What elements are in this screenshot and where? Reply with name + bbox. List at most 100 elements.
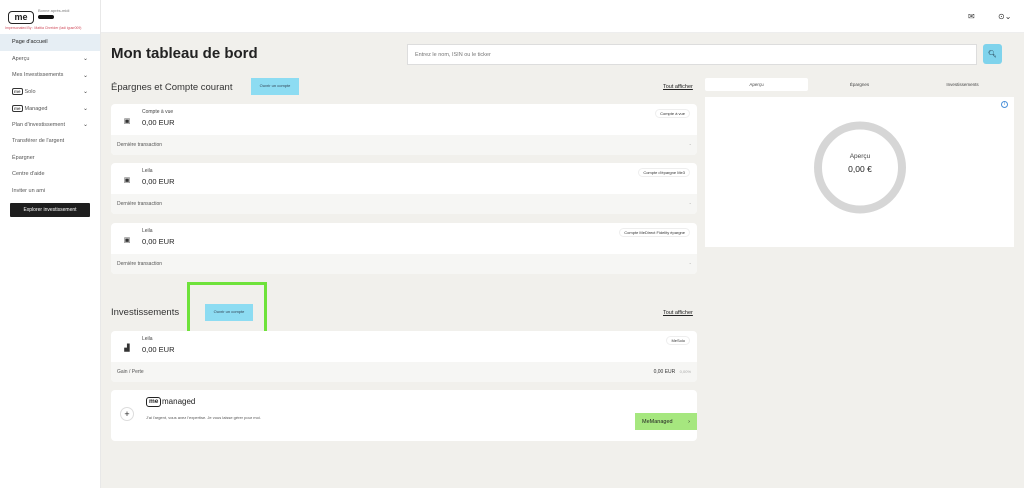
savings-account-card[interactable]: ▣ Compte à vue 0,00 EUR Compte à vue Der…	[111, 104, 697, 155]
brand-logo[interactable]: me	[8, 11, 34, 24]
sidebar-item-9[interactable]: Inviter un ami	[0, 183, 100, 200]
chevron-down-icon: ⌄	[82, 72, 88, 79]
sidebar-item-label: Plan d'investissement	[12, 122, 65, 128]
sidebar-item-text: Centre d'aide	[12, 171, 45, 178]
sidebar-item-text: Transférer de l'argent	[12, 138, 65, 145]
sidebar-item-text: Inviter un ami	[12, 187, 46, 194]
sidebar-nav: Page d'accueil Aperçu ⌄ Mes Investissements…	[0, 34, 100, 199]
managed-title: managed	[162, 397, 196, 406]
donut-label: Aperçu	[849, 153, 871, 160]
sidebar-item-label: me Solo	[12, 88, 36, 96]
sidebar-item-label: Mes Investissements	[12, 72, 63, 78]
sidebar-item-label: Transférer de l'argent	[12, 138, 64, 144]
sidebar-item-7[interactable]: Épargner	[0, 150, 100, 167]
memanaged-button-label: MeManaged	[642, 418, 673, 425]
sidebar-item-text: Épargner	[12, 154, 35, 161]
sidebar-item-text: Managed	[24, 105, 48, 112]
sidebar-item-label: Épargner	[12, 155, 35, 161]
sidebar-item-label: Page d'accueil	[12, 39, 48, 45]
investment-account-card[interactable]: ▟ Leila 0,00 EUR MeSolo Gain / Perte 0,0…	[111, 331, 697, 382]
sidebar-item-1[interactable]: Aperçu ⌄	[0, 51, 100, 68]
donut-value: 0,00 €	[848, 164, 872, 174]
chevron-down-icon: ⌄	[82, 122, 88, 129]
account-type-badge: MeSolo	[666, 336, 690, 345]
sidebar-item-3[interactable]: me Solo ⌄	[0, 84, 100, 101]
brand-area: me Bonne après-midi Impersonated By : Ma…	[0, 0, 100, 34]
sidebar-item-label: Inviter un ami	[12, 188, 45, 194]
savings-account-card[interactable]: ▣ Leila 0,00 EUR Compte MeDirect Fidelit…	[111, 223, 697, 274]
open-savings-account-button[interactable]: Ouvrir un compte	[251, 78, 299, 95]
chevron-down-icon: ⌄	[82, 56, 88, 63]
tab-epargnes[interactable]: Épargnes	[808, 78, 911, 91]
account-name: Leila	[142, 168, 153, 174]
main-content: Mon tableau de bord 🔍︎ Épargnes et Compt…	[101, 33, 1024, 488]
redacted-username	[38, 15, 54, 19]
sidebar-item-text: Solo	[24, 89, 36, 96]
overview-donut: Aperçu 0,00 €	[805, 120, 915, 215]
sidebar-item-label: Aperçu	[12, 56, 29, 62]
search-button[interactable]: 🔍︎	[983, 44, 1002, 64]
plus-icon[interactable]: +	[120, 407, 134, 421]
mail-icon[interactable]: ✉	[968, 12, 975, 21]
sidebar-item-label: me Managed	[12, 104, 48, 112]
account-type-badge: Compte d'épargne Me3	[638, 168, 690, 177]
gain-loss-value: 0,00 EUR	[653, 369, 676, 375]
overview-tabs: Aperçu Épargnes Investissements	[705, 78, 1014, 91]
last-transaction-label: Dernière transaction	[117, 201, 163, 207]
sidebar-item-label: Centre d'aide	[12, 171, 45, 177]
gain-loss-percent: 0,00%	[679, 369, 691, 374]
greeting-text: Bonne après-midi	[38, 8, 70, 13]
sidebar-item-6[interactable]: Transférer de l'argent	[0, 133, 100, 150]
investments-see-all-link[interactable]: Tout afficher	[663, 310, 693, 316]
sidebar-item-text: Page d'accueil	[12, 39, 48, 46]
investments-section-title: Investissements	[111, 307, 180, 318]
sidebar-item-text: Mes Investissements	[12, 72, 64, 79]
memanaged-button[interactable]: MeManaged ›	[635, 413, 697, 430]
bar-chart-icon: ▟	[124, 345, 130, 352]
account-amount: 0,00 EUR	[142, 177, 175, 186]
top-bar: ✉ ⊙⌄	[101, 0, 1024, 33]
savings-account-card[interactable]: ▣ Leila 0,00 EUR Compte d'épargne Me3 De…	[111, 163, 697, 214]
page-title: Mon tableau de bord	[111, 45, 258, 62]
chevron-down-icon: ⌄	[82, 105, 88, 112]
overview-chart-panel: i Aperçu 0,00 €	[705, 97, 1014, 247]
last-transaction-label: Dernière transaction	[117, 142, 163, 148]
user-icon[interactable]: ⊙⌄	[998, 12, 1011, 21]
wallet-icon: ▣	[123, 177, 131, 184]
account-amount: 0,00 EUR	[142, 118, 175, 127]
sidebar: me Bonne après-midi Impersonated By : Ma…	[0, 0, 101, 488]
sidebar-item-0[interactable]: Page d'accueil	[0, 34, 100, 51]
sidebar-item-4[interactable]: me Managed ⌄	[0, 100, 100, 117]
chevron-down-icon: ⌄	[82, 89, 88, 96]
account-name: Leila	[142, 228, 153, 234]
managed-logo: me	[146, 397, 162, 407]
managed-description: J'ai l'argent, vous avez l'expertise. Je…	[146, 415, 261, 420]
explore-investment-button[interactable]: Explorer investissement	[10, 203, 90, 217]
impersonation-notice: Impersonated By : Mattia Chreider (ladi …	[5, 26, 82, 30]
me-logo-icon: me	[12, 104, 23, 112]
me-logo-icon: me	[12, 88, 23, 96]
savings-section-title: Épargnes et Compte courant	[111, 82, 233, 93]
memanaged-promo-card: + me managed J'ai l'argent, vous avez l'…	[111, 390, 697, 441]
sidebar-item-8[interactable]: Centre d'aide	[0, 166, 100, 183]
sidebar-item-text: Aperçu	[12, 55, 30, 62]
tab-apercu[interactable]: Aperçu	[705, 78, 808, 91]
chevron-right-icon: ›	[688, 418, 690, 425]
sidebar-item-text: Plan d'investissement	[12, 121, 66, 128]
account-amount: 0,00 EUR	[142, 345, 175, 354]
wallet-icon: ▣	[123, 118, 131, 125]
last-transaction-value: -	[689, 201, 691, 207]
search-icon: 🔍︎	[988, 51, 997, 58]
info-icon[interactable]: i	[1001, 101, 1008, 108]
search-input[interactable]	[407, 44, 977, 65]
account-type-badge: Compte à vue	[655, 109, 690, 118]
tab-investissements[interactable]: Investissements	[911, 78, 1014, 91]
sidebar-item-5[interactable]: Plan d'investissement ⌄	[0, 117, 100, 134]
sidebar-item-2[interactable]: Mes Investissements ⌄	[0, 67, 100, 84]
last-transaction-label: Dernière transaction	[117, 261, 163, 267]
last-transaction-value: -	[689, 142, 691, 148]
wallet-icon: ▣	[123, 237, 131, 244]
account-name: Compte à vue	[142, 109, 174, 115]
savings-see-all-link[interactable]: Tout afficher	[663, 84, 693, 90]
gain-loss-label: Gain / Perte	[117, 369, 144, 375]
